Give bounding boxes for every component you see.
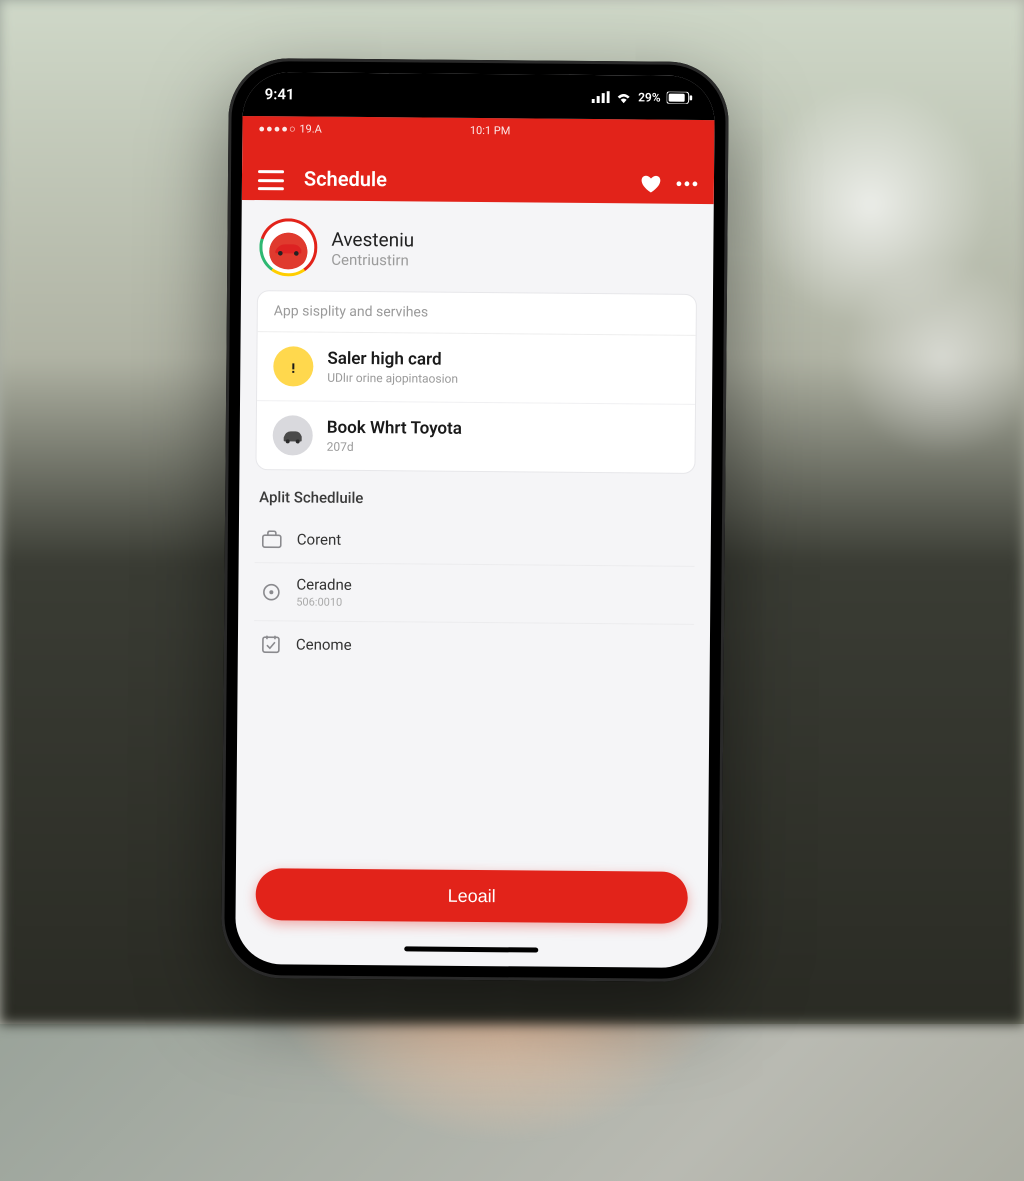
service-row-title: Saler high card: [327, 349, 458, 370]
schedule-item-ceradne[interactable]: Ceradne 506:0010: [254, 562, 694, 624]
schedule-item-sub: 506:0010: [296, 595, 351, 608]
carrier-dots: ●●●●○ 19.A: [258, 122, 322, 136]
avatar: [259, 218, 318, 277]
warning-icon: [273, 346, 313, 386]
favorite-heart-icon[interactable]: [640, 173, 662, 193]
service-row-title: Book Whrt Toyota: [327, 418, 462, 439]
profile-header[interactable]: Avesteniu Centriustirn: [257, 214, 698, 294]
app-header: ●●●●○ 19.A 10:1 PM Schedule: [242, 116, 715, 204]
car-brand-icon: [266, 225, 310, 269]
car-icon: [273, 415, 313, 455]
service-row-sub: 207d: [327, 440, 462, 455]
profile-subtitle: Centriustirn: [331, 250, 414, 269]
secondary-status-bar: ●●●●○ 19.A 10:1 PM: [258, 122, 698, 139]
wifi-icon: [616, 91, 632, 103]
schedule-item-current[interactable]: Corent: [255, 516, 695, 566]
schedule-section-label: Aplit Schedluile: [255, 484, 695, 520]
schedule-item-label: Ceradne: [296, 575, 352, 593]
radio-icon: [260, 581, 282, 603]
schedule-item-cenome[interactable]: Cenome: [254, 620, 694, 671]
battery-icon: [667, 92, 693, 104]
status-right-cluster: 29%: [592, 90, 693, 105]
cellular-signal-icon: [592, 91, 610, 103]
status-battery-pct: 29%: [638, 90, 661, 104]
schedule-item-label: Cenome: [296, 635, 352, 653]
briefcase-icon: [261, 528, 283, 550]
primary-cta-button[interactable]: Leoail: [256, 868, 688, 924]
schedule-item-label: Corent: [297, 530, 342, 548]
services-card: App sisplity and servihes Saler high car…: [255, 290, 697, 474]
status-time: 9:41: [265, 85, 295, 103]
service-row-sub: UDlır orine ajopintaosion: [327, 371, 458, 386]
schedule-list: Corent Ceradne 506:0010: [254, 516, 695, 671]
services-card-header: App sisplity and servihes: [258, 291, 696, 336]
page-title: Schedule: [300, 166, 640, 193]
service-row-alert[interactable]: Saler high card UDlır orine ajopintaosio…: [257, 332, 696, 404]
phone-screen: 9:41 29% ●●●●○ 19.A 10:1 PM: [235, 72, 715, 968]
main-content: Avesteniu Centriustirn App sisplity and …: [235, 200, 714, 968]
secondary-time: 10:1 PM: [470, 124, 511, 137]
service-row-book[interactable]: Book Whrt Toyota 207d: [256, 400, 695, 473]
calendar-check-icon: [260, 633, 282, 655]
menu-hamburger-icon[interactable]: [258, 170, 284, 190]
profile-name: Avesteniu: [331, 227, 414, 251]
phone-frame: 9:41 29% ●●●●○ 19.A 10:1 PM: [221, 58, 729, 982]
notch: [389, 73, 569, 103]
more-options-icon[interactable]: [676, 181, 698, 187]
